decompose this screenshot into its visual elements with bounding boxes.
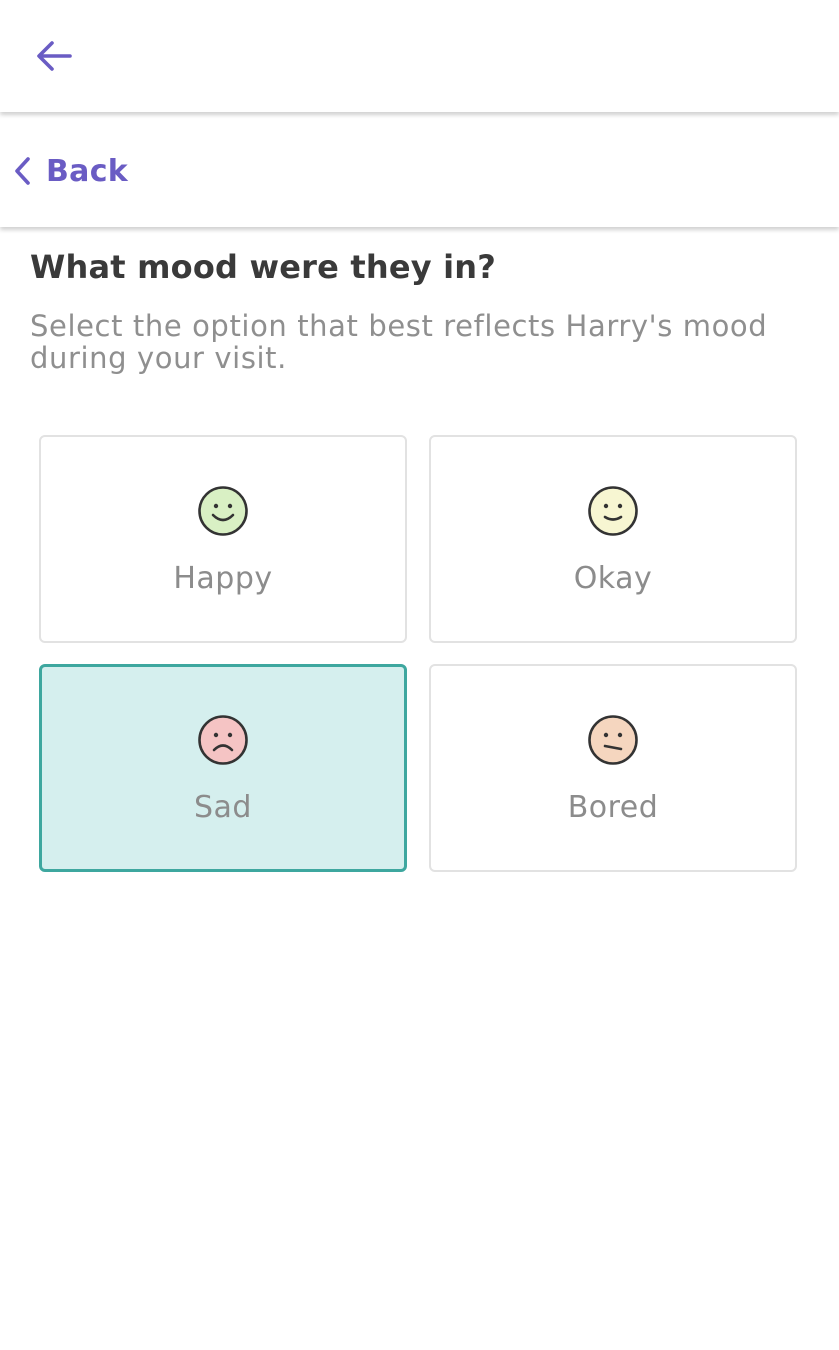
question-title: What mood were they in? [30, 248, 497, 286]
mood-label-bored: Bored [567, 790, 659, 825]
mood-option-happy[interactable]: Happy [39, 435, 407, 643]
back-bar: Back [0, 115, 839, 227]
sad-face-icon [198, 715, 248, 765]
mood-option-bored[interactable]: Bored [429, 664, 797, 872]
back-button[interactable]: Back [10, 151, 128, 191]
arrow-left-icon[interactable] [32, 34, 76, 78]
mood-label-sad: Sad [194, 790, 252, 825]
bored-face-icon [588, 715, 638, 765]
mood-option-sad[interactable]: Sad [39, 664, 407, 872]
mood-option-okay[interactable]: Okay [429, 435, 797, 643]
mood-label-okay: Okay [573, 561, 653, 596]
neutral-smile-face-icon [588, 486, 638, 536]
happy-face-icon [198, 486, 248, 536]
chevron-left-icon [15, 157, 30, 185]
back-label: Back [46, 153, 129, 189]
mood-label-happy: Happy [173, 561, 273, 596]
question-section: What mood were they in? Select the optio… [30, 248, 810, 374]
top-app-bar [0, 0, 839, 112]
question-subtitle: Select the option that best reflects Har… [30, 309, 768, 375]
